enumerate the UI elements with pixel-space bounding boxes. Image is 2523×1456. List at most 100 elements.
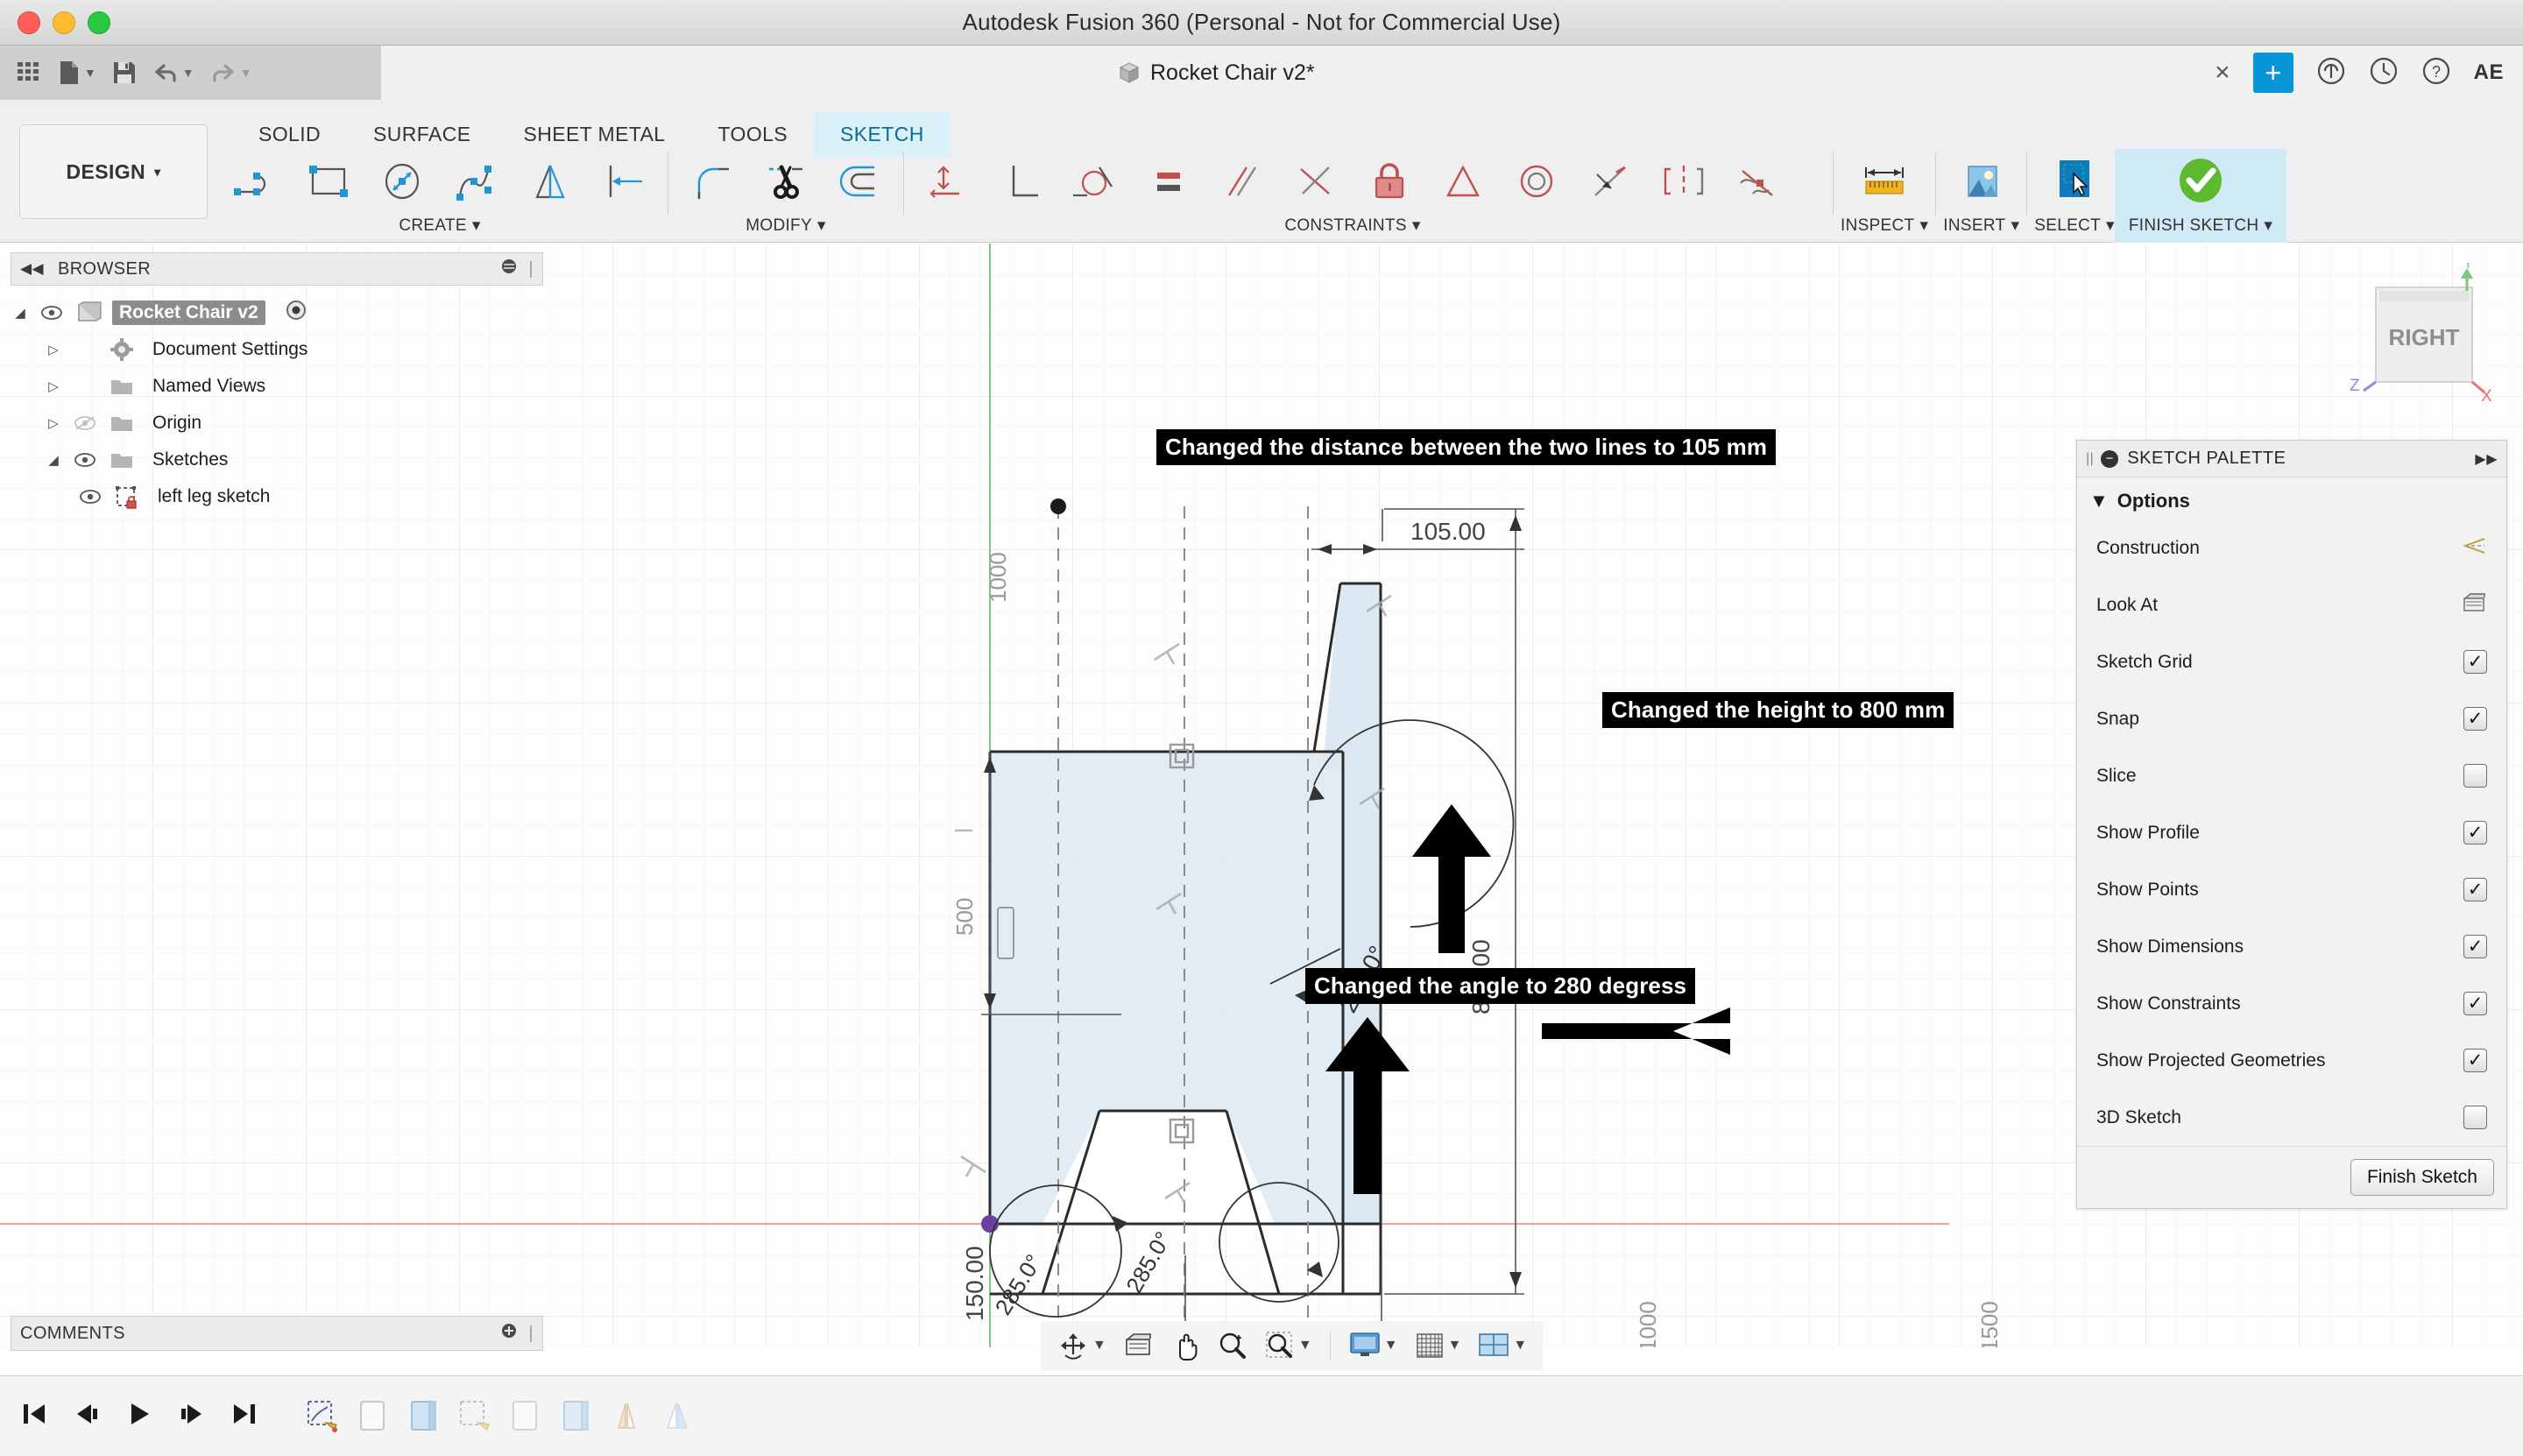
show-profile-checkbox[interactable]: ✓ — [2463, 821, 2487, 845]
trim-scissors-icon[interactable] — [749, 149, 823, 214]
timeline-feature-mirror-1[interactable] — [606, 1396, 648, 1437]
palette-row-show-constraints[interactable]: Show Constraints ✓ — [2077, 975, 2506, 1032]
timeline-feature-extrude-3[interactable] — [505, 1396, 547, 1437]
pan-hand-icon[interactable] — [1163, 1326, 1208, 1365]
chevron-down-icon[interactable]: ▾ — [472, 216, 481, 236]
play-icon[interactable] — [124, 1400, 154, 1432]
palette-row-construction[interactable]: Construction — [2077, 519, 2506, 576]
view-cube[interactable]: RIGHT Y X Z — [2330, 257, 2514, 416]
grid-apps-icon[interactable] — [11, 56, 47, 89]
chevron-down-icon[interactable]: ▾ — [817, 216, 826, 236]
look-at-icon[interactable] — [2461, 591, 2487, 619]
expand-arrow-icon[interactable]: ▷ — [44, 415, 63, 431]
curvature-icon[interactable] — [1721, 149, 1794, 214]
close-icon[interactable]: × — [2215, 60, 2230, 86]
browser-node-document-settings[interactable]: ▷ Document Settings — [11, 331, 543, 368]
palette-row-show-profile[interactable]: Show Profile ✓ — [2077, 804, 2506, 861]
avatar[interactable]: AE — [2474, 60, 2504, 85]
collinear-icon[interactable] — [1573, 149, 1647, 214]
offset-icon[interactable] — [823, 149, 896, 214]
document-tab[interactable]: Rocket Chair v2* — [1117, 60, 1315, 86]
browser-menu-icon[interactable] — [500, 258, 518, 280]
palette-row-show-points[interactable]: Show Points ✓ — [2077, 861, 2506, 918]
timeline-feature-extrude-2[interactable] — [403, 1396, 445, 1437]
help-icon[interactable]: ? — [2421, 56, 2451, 90]
add-comment-icon[interactable] — [500, 1322, 518, 1345]
snap-checkbox[interactable]: ✓ — [2463, 707, 2487, 731]
parallel-icon[interactable] — [1205, 149, 1279, 214]
show-constraints-checkbox[interactable]: ✓ — [2463, 992, 2487, 1015]
visibility-eye-icon[interactable] — [77, 489, 103, 505]
collapse-icon[interactable]: ◀◀ — [20, 260, 44, 278]
show-points-checkbox[interactable]: ✓ — [2463, 878, 2487, 901]
skip-end-icon[interactable] — [230, 1400, 259, 1432]
rectangle-icon[interactable] — [293, 149, 366, 214]
timeline-feature-sketch[interactable] — [301, 1396, 343, 1437]
timeline-feature-sketch-2[interactable] — [454, 1396, 496, 1437]
step-forward-icon[interactable] — [177, 1400, 207, 1432]
visibility-eye-off-icon[interactable] — [72, 415, 98, 431]
palette-row-snap[interactable]: Snap ✓ — [2077, 690, 2506, 747]
add-tab-button[interactable]: + — [2252, 53, 2293, 93]
tangent-icon[interactable] — [1058, 149, 1132, 214]
3d-sketch-checkbox[interactable] — [2463, 1106, 2487, 1129]
visibility-eye-icon[interactable] — [39, 305, 65, 321]
palette-row-look-at[interactable]: Look At — [2077, 576, 2506, 633]
spline-icon[interactable] — [440, 149, 513, 214]
slice-checkbox[interactable] — [2463, 764, 2487, 788]
options-section-header[interactable]: ▼ Options — [2077, 477, 2506, 519]
mirror-icon[interactable] — [513, 149, 587, 214]
undo-icon[interactable]: ▼ — [147, 57, 200, 88]
finish-sketch-button[interactable]: Finish Sketch — [2350, 1159, 2494, 1196]
chevron-down-icon[interactable]: ▾ — [2264, 216, 2272, 236]
activate-component-radio[interactable] — [285, 299, 307, 327]
grid-snap-icon[interactable]: ▼ — [1407, 1327, 1469, 1364]
show-projected-geometries-checkbox[interactable]: ✓ — [2463, 1049, 2487, 1072]
browser-node-origin[interactable]: ▷ Origin — [11, 405, 543, 442]
look-at-icon[interactable] — [1115, 1328, 1161, 1363]
chevron-down-icon[interactable]: ▾ — [2011, 216, 2019, 236]
save-icon[interactable] — [107, 57, 142, 88]
show-dimensions-checkbox[interactable]: ✓ — [2463, 935, 2487, 958]
timeline-feature-extrude-1[interactable] — [352, 1396, 394, 1437]
measure-ruler-icon[interactable] — [1848, 149, 1921, 214]
perpendicular-icon[interactable] — [1279, 149, 1353, 214]
palette-row-show-dimensions[interactable]: Show Dimensions ✓ — [2077, 918, 2506, 975]
new-document-icon[interactable]: ▼ — [53, 56, 102, 89]
horizontal-vertical-icon[interactable] — [911, 149, 985, 214]
palette-grip[interactable]: || — [2086, 451, 2094, 467]
expand-arrow-icon[interactable]: ▷ — [44, 378, 63, 394]
minimize-icon[interactable]: − — [2101, 449, 2119, 468]
concentric-icon[interactable] — [1500, 149, 1573, 214]
history-clock-icon[interactable] — [2369, 56, 2399, 90]
chevron-down-icon[interactable]: ▾ — [1919, 216, 1928, 236]
zoom-icon[interactable] — [1210, 1326, 1255, 1365]
palette-row-show-projected-geometries[interactable]: Show Projected Geometries ✓ — [2077, 1032, 2506, 1089]
panel-finish-sketch[interactable]: FINISH SKETCH ▾ — [2114, 149, 2287, 243]
offset-plane-icon[interactable] — [587, 149, 661, 214]
green-check-icon[interactable] — [2164, 149, 2237, 214]
orbit-icon[interactable]: ▼ — [1049, 1325, 1113, 1366]
line-icon[interactable] — [219, 149, 293, 214]
job-status-icon[interactable] — [2316, 56, 2346, 90]
palette-row-sketch-grid[interactable]: Sketch Grid ✓ — [2077, 633, 2506, 690]
viewports-icon[interactable]: ▼ — [1470, 1328, 1534, 1363]
symmetry-icon[interactable] — [1647, 149, 1721, 214]
expand-arrow-icon[interactable]: ▷ — [44, 342, 63, 357]
display-settings-icon[interactable]: ▼ — [1341, 1327, 1405, 1364]
palette-row-3d-sketch[interactable]: 3D Sketch — [2077, 1089, 2506, 1146]
circle-icon[interactable] — [366, 149, 440, 214]
browser-node-root[interactable]: ◢ Rocket Chair v2 — [11, 294, 543, 331]
palette-row-slice[interactable]: Slice — [2077, 747, 2506, 804]
chevron-down-icon[interactable]: ▾ — [1412, 216, 1421, 236]
timeline-feature-extrude-4[interactable] — [555, 1396, 597, 1437]
collapse-right-icon[interactable]: ▶▶ — [2475, 450, 2498, 468]
browser-node-left-leg-sketch[interactable]: left leg sketch — [11, 478, 543, 515]
sketch-grid-checkbox[interactable]: ✓ — [2463, 650, 2487, 674]
comments-panel[interactable]: COMMENTS | — [11, 1316, 543, 1351]
expand-arrow-icon[interactable]: ◢ — [11, 305, 30, 321]
fix-lock-icon[interactable] — [1353, 149, 1426, 214]
redo-icon[interactable]: ▼ — [205, 57, 258, 88]
browser-grip[interactable]: | — [528, 259, 534, 279]
midpoint-icon[interactable] — [1426, 149, 1500, 214]
